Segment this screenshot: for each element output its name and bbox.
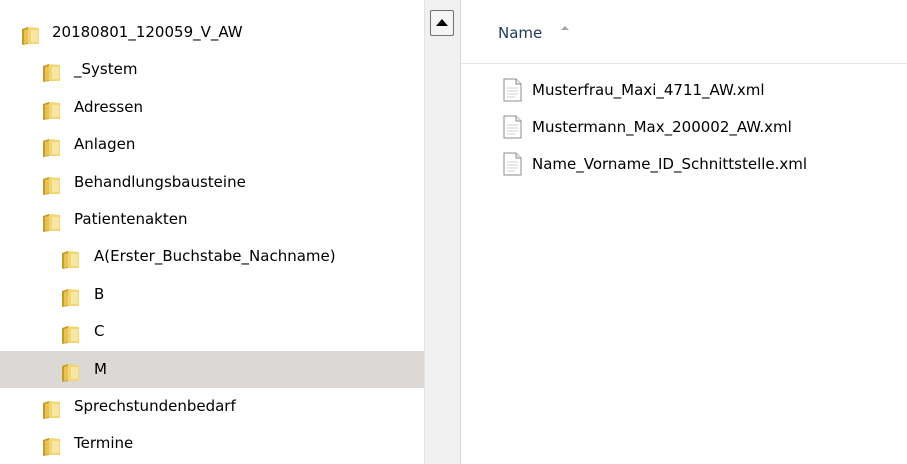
xml-file-icon xyxy=(503,115,522,139)
folder-icon xyxy=(41,173,62,195)
tree-item-label: B xyxy=(94,284,105,303)
tree-item-label: Adressen xyxy=(74,97,143,116)
tree-item[interactable]: Anlagen xyxy=(0,126,424,163)
tree-item-label: M xyxy=(94,359,107,378)
tree-item-label: 20180801_120059_V_AW xyxy=(52,23,243,41)
tree-item[interactable]: Sprechstundenbedarf xyxy=(0,388,424,425)
folder-icon xyxy=(60,285,81,307)
folder-tree-pane[interactable]: 20180801_120059_V_AW _System Adressen Anlag… xyxy=(0,0,424,464)
tree-item[interactable]: M xyxy=(0,350,424,388)
tree-item[interactable]: Patientenakten xyxy=(0,201,424,238)
tree-item-label: A(Erster_Buchstabe_Nachname) xyxy=(94,247,336,266)
scroll-up-arrow-icon xyxy=(436,19,448,26)
folder-icon xyxy=(41,434,62,457)
tree-item-label: Sprechstundenbedarf xyxy=(74,397,236,415)
tree-item[interactable]: B xyxy=(0,276,424,313)
name-column-header[interactable]: Name xyxy=(461,0,907,64)
file-name-label: Mustermann_Max_200002_AW.xml xyxy=(532,118,792,136)
file-name-label: Musterfrau_Maxi_4711_AW.xml xyxy=(532,81,765,99)
tree-item[interactable]: Termine xyxy=(0,425,424,462)
tree-item[interactable]: Adressen xyxy=(0,89,424,126)
scroll-up-button[interactable] xyxy=(430,10,454,36)
folder-icon xyxy=(41,397,62,419)
tree-item[interactable]: 20180801_120059_V_AW xyxy=(0,14,424,51)
vertical-scrollbar[interactable] xyxy=(424,0,461,464)
tree-item-label: Anlagen xyxy=(74,135,136,154)
tree-item[interactable]: _System xyxy=(0,51,424,88)
folder-icon xyxy=(60,360,81,382)
tree-item-label: _System xyxy=(74,60,138,79)
folder-icon xyxy=(41,98,62,120)
folder-icon xyxy=(41,60,62,83)
file-list-pane[interactable]: Name Musterfrau_Maxi_4711_AW.xml Musterma… xyxy=(461,0,907,464)
folder-icon xyxy=(60,322,81,345)
folder-icon xyxy=(41,210,62,232)
sort-ascending-icon xyxy=(561,26,569,30)
xml-file-icon xyxy=(503,152,522,176)
folder-icon xyxy=(41,135,62,158)
tree-item-label: Termine xyxy=(74,434,134,453)
tree-item-label: Behandlungsbausteine xyxy=(74,172,246,191)
tree-item[interactable]: Behandlungsbausteine xyxy=(0,164,424,201)
tree-item[interactable]: A(Erster_Buchstabe_Nachname) xyxy=(0,238,424,275)
xml-file-icon xyxy=(503,78,522,102)
folder-icon xyxy=(60,247,81,270)
tree-item-label: Patientenakten xyxy=(74,210,188,228)
tree-item-label: C xyxy=(94,322,105,341)
file-name-label: Name_Vorname_ID_Schnittstelle.xml xyxy=(532,155,808,173)
tree-item[interactable]: C xyxy=(0,313,424,350)
folder-icon xyxy=(20,23,41,45)
column-header-label: Name xyxy=(498,24,543,42)
